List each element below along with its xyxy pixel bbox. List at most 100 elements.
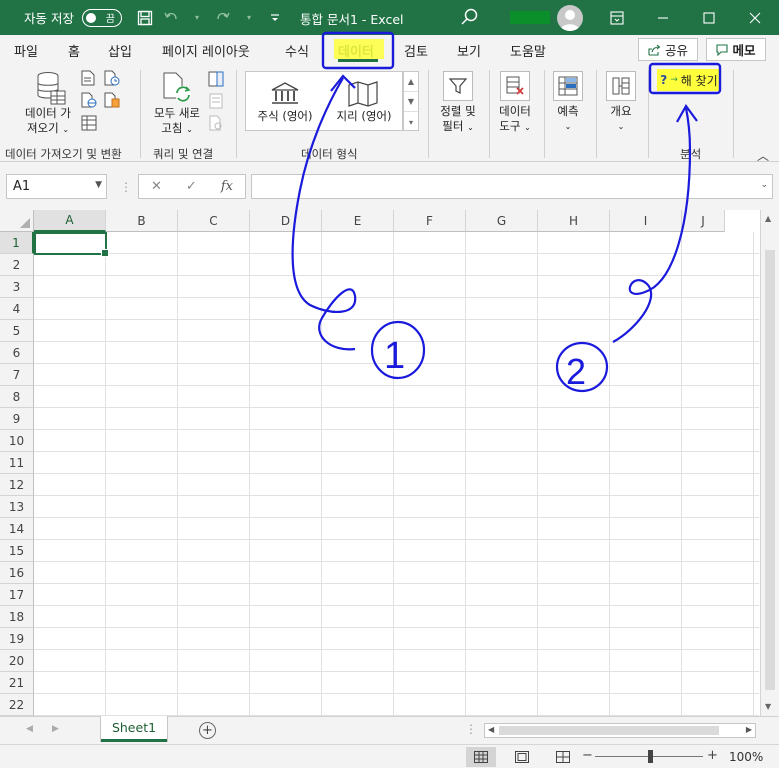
redo-dropdown-icon[interactable]: ▾ xyxy=(236,5,262,31)
row-header-8[interactable]: 8 xyxy=(0,386,34,408)
prev-sheet-icon[interactable]: ◀ xyxy=(26,724,33,734)
text-csv-icon[interactable] xyxy=(81,70,95,89)
expand-formula-icon[interactable]: ⌄ xyxy=(760,180,768,190)
outline-label[interactable]: 개요 ⌄ xyxy=(601,104,641,134)
zoom-slider-thumb[interactable] xyxy=(648,750,653,763)
row-header-4[interactable]: 4 xyxy=(0,298,34,320)
refresh-all-label[interactable]: 모두 새로 고침 ⌄ xyxy=(146,106,208,137)
add-sheet-icon[interactable]: + xyxy=(199,722,216,739)
name-box-dropdown-icon[interactable]: ▼ xyxy=(95,180,102,190)
column-header-c[interactable]: C xyxy=(178,210,250,232)
tab-split-handle-icon[interactable]: ⋮ xyxy=(465,722,477,736)
page-layout-view-icon[interactable] xyxy=(507,747,537,767)
minimize-icon[interactable] xyxy=(640,0,686,35)
data-tools-label[interactable]: 데이터 도구 ⌄ xyxy=(490,104,540,135)
sheet-tab-sheet1[interactable]: Sheet1 xyxy=(101,716,167,742)
zoom-level[interactable]: 100% xyxy=(729,750,763,764)
active-cell[interactable] xyxy=(34,232,109,257)
column-header-g[interactable]: G xyxy=(466,210,538,232)
column-header-f[interactable]: F xyxy=(394,210,466,232)
horizontal-scrollbar[interactable]: ◀ ▶ xyxy=(484,723,756,738)
cell-area[interactable] xyxy=(34,232,759,716)
queries-connections-icon[interactable] xyxy=(208,71,224,90)
customize-toolbar-icon[interactable] xyxy=(262,5,288,31)
sort-filter-label[interactable]: 정렬 및 필터 ⌄ xyxy=(432,104,484,135)
share-button[interactable]: 공유 xyxy=(638,38,698,61)
database-icon[interactable] xyxy=(34,71,68,110)
vertical-scroll-thumb[interactable] xyxy=(765,250,775,690)
gallery-more-icon[interactable]: ▾ xyxy=(404,112,418,132)
row-header-5[interactable]: 5 xyxy=(0,320,34,342)
vertical-scrollbar[interactable]: ▲ ▼ xyxy=(760,210,779,716)
enter-icon[interactable]: ✓ xyxy=(186,179,197,194)
tab-view[interactable]: 보기 xyxy=(457,41,481,60)
tab-home[interactable]: 홈 xyxy=(68,41,80,60)
ribbon-display-icon[interactable] xyxy=(594,0,640,35)
select-all-corner[interactable] xyxy=(0,210,34,232)
cancel-icon[interactable]: ✕ xyxy=(151,179,162,194)
row-header-14[interactable]: 14 xyxy=(0,518,34,540)
tab-file[interactable]: 파일 xyxy=(14,41,38,60)
normal-view-icon[interactable] xyxy=(466,747,496,767)
tab-page-layout[interactable]: 페이지 레이아웃 xyxy=(162,41,250,60)
close-icon[interactable] xyxy=(732,0,778,35)
row-header-3[interactable]: 3 xyxy=(0,276,34,298)
existing-connections-icon[interactable] xyxy=(104,92,120,111)
formula-input[interactable]: ⌄ xyxy=(251,174,773,199)
column-header-i[interactable]: I xyxy=(610,210,682,232)
get-data-label[interactable]: 데이터 가 져오기 ⌄ xyxy=(20,106,76,137)
column-header-e[interactable]: E xyxy=(322,210,394,232)
from-table-icon[interactable] xyxy=(81,115,97,134)
forecast-label[interactable]: 예측 ⌄ xyxy=(548,104,588,134)
avatar[interactable] xyxy=(557,5,583,31)
column-header-h[interactable]: H xyxy=(538,210,610,232)
column-header-a[interactable]: A xyxy=(34,210,106,232)
bank-icon[interactable] xyxy=(270,82,300,109)
autosave-toggle[interactable]: 끔 xyxy=(81,8,122,27)
next-sheet-icon[interactable]: ▶ xyxy=(52,724,59,734)
search-icon[interactable] xyxy=(458,5,482,29)
maximize-icon[interactable] xyxy=(686,0,732,35)
redo-icon[interactable] xyxy=(210,5,236,31)
row-header-6[interactable]: 6 xyxy=(0,342,34,364)
forecast-icon[interactable] xyxy=(553,71,583,101)
data-tools-icon[interactable] xyxy=(500,71,530,101)
row-header-2[interactable]: 2 xyxy=(0,254,34,276)
row-header-12[interactable]: 12 xyxy=(0,474,34,496)
row-header-15[interactable]: 15 xyxy=(0,540,34,562)
gallery-down-icon[interactable]: ▼ xyxy=(404,92,418,112)
zoom-in-icon[interactable]: + xyxy=(707,748,718,763)
row-header-1[interactable]: 1 xyxy=(0,232,34,254)
tab-review[interactable]: 검토 xyxy=(404,41,428,60)
stocks-label[interactable]: 주식 (영어) xyxy=(250,109,320,124)
tab-formulas[interactable]: 수식 xyxy=(285,41,309,60)
row-header-17[interactable]: 17 xyxy=(0,584,34,606)
recent-sources-icon[interactable] xyxy=(104,70,120,89)
from-web-icon[interactable] xyxy=(81,92,97,111)
tab-insert[interactable]: 삽입 xyxy=(108,41,132,60)
refresh-all-icon[interactable] xyxy=(162,72,194,109)
column-header-j[interactable]: J xyxy=(682,210,725,232)
formula-bar-handle-icon[interactable]: ⋮ xyxy=(120,180,132,194)
row-header-10[interactable]: 10 xyxy=(0,430,34,452)
scroll-left-icon[interactable]: ◀ xyxy=(488,725,494,734)
tab-data[interactable]: 데이터 xyxy=(338,41,374,60)
row-header-18[interactable]: 18 xyxy=(0,606,34,628)
memo-button[interactable]: 메모 xyxy=(706,38,766,61)
row-header-7[interactable]: 7 xyxy=(0,364,34,386)
row-header-9[interactable]: 9 xyxy=(0,408,34,430)
insert-function-icon[interactable]: fx xyxy=(221,179,233,194)
row-header-19[interactable]: 19 xyxy=(0,628,34,650)
solver-button[interactable]: ? → 해 찾기 xyxy=(657,69,721,91)
column-header-b[interactable]: B xyxy=(106,210,178,232)
geography-label[interactable]: 지리 (영어) xyxy=(328,109,400,124)
undo-dropdown-icon[interactable]: ▾ xyxy=(184,5,210,31)
page-break-view-icon[interactable] xyxy=(548,747,578,767)
zoom-out-icon[interactable]: − xyxy=(582,748,593,763)
undo-icon[interactable] xyxy=(158,5,184,31)
horizontal-scroll-thumb[interactable] xyxy=(499,726,719,735)
filter-icon[interactable] xyxy=(443,71,473,101)
row-header-21[interactable]: 21 xyxy=(0,672,34,694)
row-header-16[interactable]: 16 xyxy=(0,562,34,584)
map-icon[interactable] xyxy=(348,81,378,110)
